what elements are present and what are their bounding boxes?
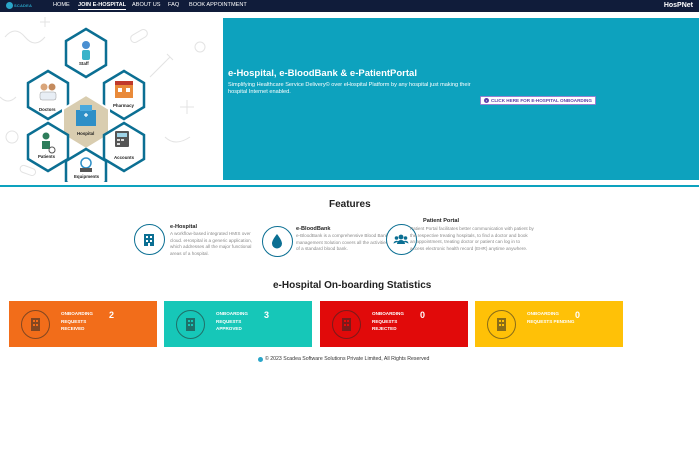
building-icon: [497, 318, 506, 331]
stat-card-approved: ONBOARDING REQUESTS APPROVED 3: [164, 301, 312, 347]
hero-description: Simplifying Healthcare Service Delivery©…: [228, 82, 471, 95]
stat-card-pending: ONBOARDING REQUESTS PENDING 0: [475, 301, 623, 347]
hex-label-accounts: Accounts: [114, 155, 135, 160]
hero-title: e-Hospital, e-BloodBank & e-PatientPorta…: [228, 68, 417, 79]
building-icon: [186, 318, 195, 331]
feature-icon-circle: [262, 226, 293, 257]
footer-text: © 2023 Scadea Software Solutions Private…: [265, 356, 430, 362]
feature-title: e-Hospital: [170, 224, 198, 230]
nav-join-e-hospital[interactable]: JOIN E-HOSPITAL: [78, 1, 127, 10]
stat-icon-circle: [487, 310, 516, 339]
hex-staff: [64, 27, 108, 79]
footer: © 2023 Scadea Software Solutions Private…: [258, 356, 429, 362]
feature-patient-portal: Patient Portal Patient Portal facilitate…: [386, 218, 536, 273]
feature-e-hospital: e-Hospital A workflow-based integrated H…: [134, 224, 264, 269]
stat-value: 0: [575, 310, 581, 320]
stat-label: ONBOARDING REQUESTS RECEIVED: [61, 311, 93, 331]
hero-section: Staff Doctors Pharmacy Hospital Patients…: [0, 12, 699, 185]
feature-title: Patient Portal: [423, 218, 460, 224]
feature-description: e-BloodBank is a comprehensive Blood Ban…: [296, 233, 388, 252]
hex-label-equipments: Equipments: [74, 174, 100, 179]
building-icon: [31, 318, 40, 331]
building-icon: [342, 318, 351, 331]
stat-card-received: ONBOARDING REQUESTS RECEIVED 2: [9, 301, 157, 347]
hexagon-services-graphic: [0, 17, 206, 182]
stat-value: 0: [420, 310, 426, 320]
stat-icon-circle: [176, 310, 205, 339]
onboarding-button[interactable]: › CLICK HERE FOR E-HOSPITAL ONBOARDING: [480, 96, 596, 105]
hex-accounts: [102, 121, 146, 173]
users-group-icon: [393, 234, 409, 244]
hex-label-patients: Patients: [38, 154, 56, 159]
feature-description: Patient Portal facilitates better commun…: [410, 226, 534, 251]
onboarding-button-label: CLICK HERE FOR E-HOSPITAL ONBOARDING: [491, 98, 592, 103]
stat-icon-circle: [332, 310, 361, 339]
feature-description: A workflow-based integrated HMIS over cl…: [170, 231, 252, 256]
hex-label-hospital: Hospital: [77, 131, 95, 136]
hospital-building-icon: [144, 234, 154, 246]
stat-label: ONBOARDING REQUESTS PENDING: [527, 311, 575, 324]
nav-faq[interactable]: FAQ: [168, 1, 179, 9]
stats-title: e-Hospital On-boarding Statistics: [273, 280, 432, 291]
brand-name: HosPNet: [663, 2, 693, 9]
scadea-mark-icon: [258, 356, 263, 362]
hero-divider: [0, 185, 699, 187]
nav-home[interactable]: HOME: [53, 1, 70, 9]
stat-value: 3: [264, 310, 270, 320]
hex-hospital: [62, 93, 110, 151]
nav-book-appointment[interactable]: BOOK APPOINTMENT: [189, 1, 247, 9]
circle-arrow-icon: ›: [484, 98, 489, 103]
stat-card-rejected: ONBOARDING REQUESTS REJECTED 0: [320, 301, 468, 347]
nav-about-us[interactable]: ABOUT US: [132, 1, 161, 9]
hex-label-staff: Staff: [79, 61, 89, 66]
features-title: Features: [329, 199, 371, 210]
feature-e-bloodbank: e-BloodBank e-BloodBank is a comprehensi…: [262, 226, 390, 271]
hex-label-pharmacy: Pharmacy: [113, 103, 134, 108]
logo-mark-icon: [6, 2, 13, 9]
feature-title: e-BloodBank: [296, 226, 331, 232]
feature-icon-circle: [134, 224, 165, 255]
blood-drop-icon: [272, 234, 282, 249]
hero-illustration: Staff Doctors Pharmacy Hospital Patients…: [0, 17, 220, 182]
stat-label: ONBOARDING REQUESTS APPROVED: [216, 311, 248, 331]
hero-panel: e-Hospital, e-BloodBank & e-PatientPorta…: [223, 18, 699, 180]
hex-patients: [26, 121, 70, 173]
stat-icon-circle: [21, 310, 50, 339]
scadea-logo[interactable]: SCADEA: [6, 1, 36, 11]
stat-label: ONBOARDING REQUESTS REJECTED: [372, 311, 404, 331]
hex-label-doctors: Doctors: [39, 107, 56, 112]
stat-value: 2: [109, 310, 115, 320]
logo-text: SCADEA: [14, 3, 33, 8]
top-navbar: SCADEA HOME JOIN E-HOSPITAL ABOUT US FAQ…: [0, 0, 699, 12]
